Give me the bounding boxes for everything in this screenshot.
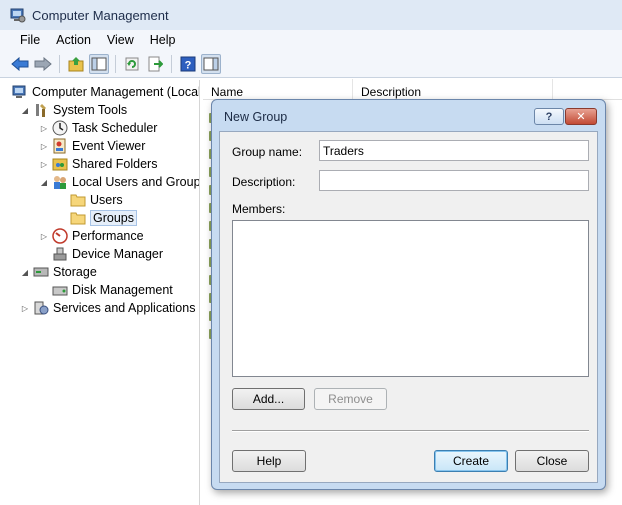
up-folder-icon[interactable]	[66, 54, 86, 74]
folder-icon	[70, 192, 86, 208]
dialog-close-icon[interactable]: ✕	[565, 108, 597, 125]
collapsed-arrow-icon[interactable]: ▷	[39, 160, 49, 169]
dialog-body: Group name: Description: Members: Add...…	[219, 131, 598, 483]
event-viewer-icon	[52, 138, 68, 154]
collapsed-arrow-icon[interactable]: ▷	[39, 124, 49, 133]
tree-item-computer-management[interactable]: Computer Management (Local	[12, 83, 199, 101]
back-arrow-icon[interactable]	[10, 54, 30, 74]
create-button[interactable]: Create	[434, 450, 508, 472]
window-titlebar: Computer Management	[0, 0, 622, 30]
users-groups-icon	[52, 174, 68, 190]
members-label: Members:	[232, 202, 286, 216]
menu-bar: File Action View Help	[0, 30, 622, 50]
console-tree: Computer Management (Local ◢ System Tool…	[8, 80, 200, 505]
toolbar-separator	[59, 54, 60, 73]
help-button[interactable]: Help	[232, 450, 306, 472]
computer-management-icon	[12, 84, 28, 100]
tree-item-device-manager[interactable]: Device Manager	[52, 245, 163, 263]
menu-file[interactable]: File	[12, 33, 48, 47]
export-list-icon[interactable]	[145, 54, 165, 74]
tree-item-local-users-and-groups[interactable]: ◢ Local Users and Groups	[39, 173, 199, 191]
add-member-button[interactable]: Add...	[232, 388, 305, 410]
menu-help[interactable]: Help	[142, 33, 184, 47]
tree-item-shared-folders[interactable]: ▷ Shared Folders	[39, 155, 158, 173]
computer-management-icon	[10, 8, 26, 23]
system-tools-icon	[33, 102, 49, 118]
services-icon	[33, 300, 49, 316]
tree-item-disk-management[interactable]: Disk Management	[52, 281, 173, 299]
tree-item-task-scheduler[interactable]: ▷ Task Scheduler	[39, 119, 157, 137]
new-group-dialog: New Group ? ✕ Group name: Description: M…	[211, 99, 606, 490]
storage-icon	[33, 264, 49, 280]
clock-icon	[52, 120, 68, 136]
expanded-arrow-icon[interactable]: ◢	[39, 178, 49, 187]
toolbar: ?	[0, 50, 622, 78]
forward-arrow-icon[interactable]	[33, 54, 53, 74]
performance-icon	[52, 228, 68, 244]
dialog-title: New Group	[224, 110, 288, 124]
menu-action[interactable]: Action	[48, 33, 99, 47]
list-header: Name Description	[203, 79, 622, 100]
column-header-description[interactable]: Description	[353, 79, 553, 99]
group-name-label: Group name:	[232, 145, 303, 159]
tree-item-services-and-applications[interactable]: ▷ Services and Applications	[20, 299, 196, 317]
menu-view[interactable]: View	[99, 33, 142, 47]
disk-management-icon	[52, 282, 68, 298]
device-manager-icon	[52, 246, 68, 262]
shared-folders-icon	[52, 156, 68, 172]
folder-icon	[70, 210, 86, 226]
tree-item-event-viewer[interactable]: ▷ Event Viewer	[39, 137, 145, 155]
window-title: Computer Management	[32, 7, 169, 23]
group-name-input[interactable]	[319, 140, 589, 161]
help-icon[interactable]: ?	[178, 54, 198, 74]
tree-item-storage[interactable]: ◢ Storage	[20, 263, 97, 281]
show-hide-tree-icon[interactable]	[89, 53, 109, 74]
dialog-separator	[232, 430, 589, 432]
show-hide-action-pane-icon[interactable]	[201, 53, 221, 74]
description-input[interactable]	[319, 170, 589, 191]
toolbar-separator	[115, 54, 116, 73]
description-label: Description:	[232, 175, 296, 189]
dialog-help-icon[interactable]: ?	[534, 108, 564, 125]
members-list[interactable]	[232, 220, 589, 377]
expanded-arrow-icon[interactable]: ◢	[20, 106, 30, 115]
svg-text:?: ?	[185, 59, 192, 71]
collapsed-arrow-icon[interactable]: ▷	[39, 142, 49, 151]
collapsed-arrow-icon[interactable]: ▷	[20, 304, 30, 313]
tree-item-users[interactable]: Users	[70, 191, 123, 209]
tree-item-performance[interactable]: ▷ Performance	[39, 227, 144, 245]
tree-item-system-tools[interactable]: ◢ System Tools	[20, 101, 127, 119]
collapsed-arrow-icon[interactable]: ▷	[39, 232, 49, 241]
toolbar-separator	[171, 54, 172, 73]
close-button[interactable]: Close	[515, 450, 589, 472]
expanded-arrow-icon[interactable]: ◢	[20, 268, 30, 277]
remove-member-button[interactable]: Remove	[314, 388, 387, 410]
tree-item-groups[interactable]: Groups	[70, 209, 137, 227]
refresh-icon[interactable]	[122, 54, 142, 74]
column-header-name[interactable]: Name	[203, 79, 353, 99]
